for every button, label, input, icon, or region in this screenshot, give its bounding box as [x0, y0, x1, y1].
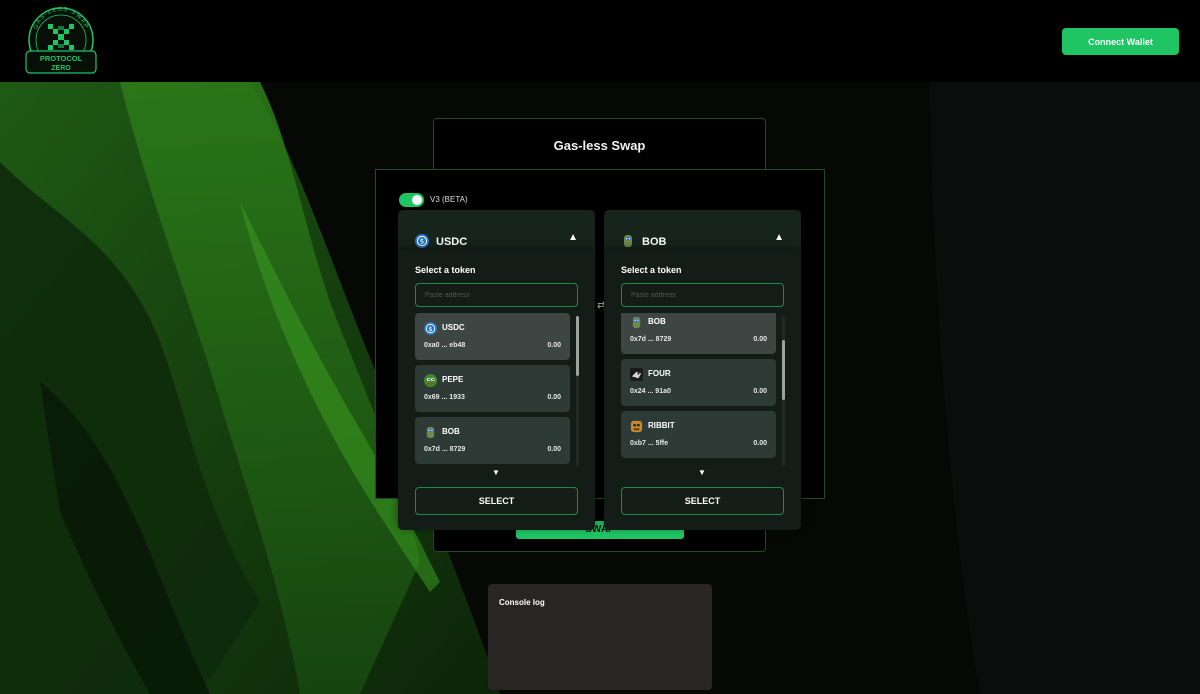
- from-token-dropdown: Select a token $ USDC 0xa0 ... eb48 0.00…: [398, 250, 595, 530]
- token-address: 0xb7 ... 5ffe: [630, 440, 669, 447]
- token-balance: 0.00: [547, 446, 561, 453]
- token-address-input[interactable]: [621, 283, 784, 307]
- token-address-input[interactable]: [415, 283, 578, 307]
- triangle-up-icon[interactable]: ▲: [568, 232, 578, 243]
- logo-name-line2: ZERO: [51, 65, 71, 72]
- token-symbol: RIBBIT: [648, 421, 675, 430]
- token-address: 0x7d ... 8729: [630, 336, 672, 343]
- logo-name-line1: PROTOCOL: [40, 54, 83, 63]
- token-row-four[interactable]: FOUR 0x24 ... 91a0 0.00: [621, 359, 776, 406]
- select-from-token-button[interactable]: SELECT: [415, 487, 578, 515]
- protocol-zero-logo[interactable]: GAS-LESS SWAP PROTOCOL ZERO: [22, 6, 100, 78]
- usdc-icon: $: [415, 234, 429, 248]
- token-list: $ USDC 0xa0 ... eb48 0.00 PEPE 0x69 ... …: [415, 313, 578, 466]
- token-list-scrollbar[interactable]: [576, 316, 579, 466]
- to-token-header[interactable]: BOB ▲: [604, 210, 801, 250]
- triangle-up-icon[interactable]: ▲: [774, 232, 784, 243]
- triangle-down-icon[interactable]: ▼: [698, 468, 706, 477]
- svg-text:$: $: [428, 325, 432, 333]
- console-log-title: Console log: [499, 598, 545, 607]
- bob-icon: [624, 235, 632, 247]
- version-toggle-label: V3 (BETA): [430, 195, 468, 204]
- token-list-scrollbar[interactable]: [782, 316, 785, 466]
- token-symbol: FOUR: [648, 369, 671, 378]
- from-token-selector: $ USDC ▲ Select a token $ USDC 0xa0 ... …: [398, 210, 595, 530]
- token-row-bob[interactable]: BOB 0x7d ... 8729 0.00: [415, 417, 570, 464]
- token-symbol: PEPE: [442, 375, 464, 384]
- to-token-selector: BOB ▲ Select a token BOB 0x7d ... 8729 0…: [604, 210, 801, 530]
- connect-wallet-button[interactable]: Connect Wallet: [1062, 28, 1179, 55]
- token-symbol: BOB: [648, 317, 666, 326]
- dropdown-title: Select a token: [415, 265, 476, 275]
- logo-emblem-icon: GAS-LESS SWAP PROTOCOL ZERO: [25, 7, 97, 74]
- token-symbol: USDC: [442, 323, 465, 332]
- bob-icon: [426, 426, 435, 439]
- from-token-header[interactable]: $ USDC ▲: [398, 210, 595, 250]
- token-balance: 0.00: [547, 342, 561, 349]
- token-row-ribbit[interactable]: RIBBIT 0xb7 ... 5ffe 0.00: [621, 411, 776, 458]
- token-address: 0x69 ... 1933: [424, 394, 465, 401]
- token-symbol: BOB: [442, 427, 460, 436]
- token-address: 0x7d ... 8729: [424, 446, 466, 453]
- token-balance: 0.00: [753, 388, 767, 395]
- token-list: BOB 0x7d ... 8729 0.00 FOUR 0x24 ... 91a…: [621, 313, 784, 466]
- token-row-pepe[interactable]: PEPE 0x69 ... 1933 0.00: [415, 365, 570, 412]
- version-toggle[interactable]: [399, 193, 424, 207]
- token-balance: 0.00: [753, 440, 767, 447]
- to-token-dropdown: Select a token BOB 0x7d ... 8729 0.00 FO…: [604, 250, 801, 530]
- to-token-symbol: BOB: [642, 236, 667, 248]
- token-balance: 0.00: [753, 336, 767, 343]
- from-token-symbol: USDC: [436, 236, 468, 248]
- page-title: Gas-less Swap: [553, 138, 646, 153]
- ribbit-icon: [630, 420, 643, 433]
- top-bar: GAS-LESS SWAP PROTOCOL ZERO Connect Wall…: [0, 0, 1200, 82]
- toggle-knob: [412, 195, 422, 205]
- token-row-bob[interactable]: BOB 0x7d ... 8729 0.00: [621, 313, 776, 354]
- scrollbar-thumb[interactable]: [576, 316, 579, 376]
- usdc-icon: $: [424, 322, 437, 335]
- token-address: 0xa0 ... eb48: [424, 342, 466, 349]
- four-icon: [630, 368, 643, 381]
- console-log-panel: Console log: [488, 584, 712, 690]
- select-to-token-button[interactable]: SELECT: [621, 487, 784, 515]
- svg-text:$: $: [420, 238, 424, 246]
- token-address: 0x24 ... 91a0: [630, 388, 671, 395]
- triangle-down-icon[interactable]: ▼: [492, 468, 500, 477]
- token-row-usdc[interactable]: $ USDC 0xa0 ... eb48 0.00: [415, 313, 570, 360]
- bob-icon: [632, 316, 641, 329]
- scrollbar-thumb[interactable]: [782, 340, 785, 400]
- token-balance: 0.00: [547, 394, 561, 401]
- pepe-icon: [424, 374, 437, 387]
- dropdown-title: Select a token: [621, 265, 682, 275]
